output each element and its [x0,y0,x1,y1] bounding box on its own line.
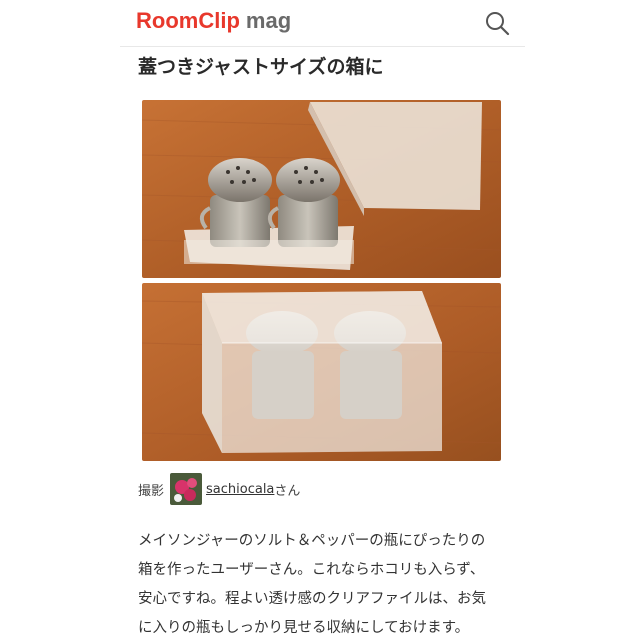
body-line: メイソンジャーのソルト＆ペッパーの瓶にぴったりの [138,533,486,549]
author-link[interactable]: sachiocala [206,482,274,497]
body-line: 箱を作ったユーザーさん。これならホコリも入らず、 [138,562,485,578]
site-logo[interactable]: RoomClip mag [136,8,291,35]
article-title: 蓋つきジャストサイズの箱に [138,56,384,78]
body-line: に入りの瓶もしっかり見せる収納にしておけます。 [138,620,470,636]
search-icon [486,12,510,36]
article-body: メイソンジャーのソルト＆ペッパーの瓶にぴったりの 箱を作ったユーザーさん。これな… [138,527,518,643]
article-photo-1 [142,100,501,278]
avatar-image [170,473,203,505]
article-photo-2 [142,283,501,461]
site-header: RoomClip mag [120,0,525,47]
article-page: RoomClip mag 蓋つきジャストサイズの箱に 撮影 sachiocala… [0,0,640,640]
logo-roomclip: RoomClip [136,8,240,33]
credit-label: 撮影 [138,483,165,499]
body-line: 安心ですね。程よい透け感のクリアファイルは、お気 [138,591,486,607]
author-avatar[interactable] [170,473,203,505]
photo-credit: 撮影 sachiocala さん [138,472,300,506]
logo-mag: mag [245,8,292,33]
photo-image [142,100,501,278]
photo-image [142,283,501,461]
author-suffix: さん [274,483,301,499]
search-button[interactable] [483,9,511,37]
